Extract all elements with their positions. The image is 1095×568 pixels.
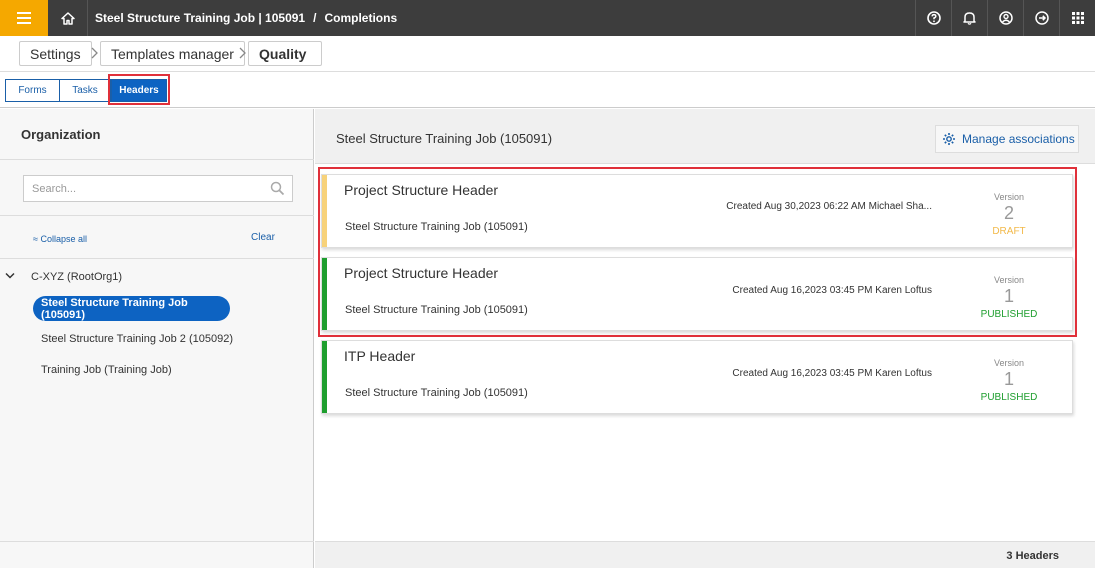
menu-icon	[17, 12, 31, 24]
tab-forms[interactable]: Forms	[5, 79, 60, 102]
divider	[0, 159, 314, 160]
card-title: ITP Header	[344, 348, 416, 364]
tab-tasks[interactable]: Tasks	[59, 79, 111, 102]
user-icon	[998, 11, 1013, 25]
clear-link[interactable]: Clear	[251, 232, 275, 243]
cards-highlight	[318, 167, 1077, 337]
gear-icon	[943, 133, 955, 145]
bell-icon	[963, 12, 976, 25]
title-separator: /	[313, 11, 317, 25]
panel-footer: 3 Headers	[315, 541, 1095, 568]
help-button[interactable]	[915, 0, 951, 36]
job-title: Steel Structure Training Job | 105091	[95, 11, 306, 25]
templates-manager-button[interactable]: Templates manager	[100, 41, 245, 66]
status-bar	[322, 341, 327, 413]
chevron-right-icon	[239, 47, 246, 59]
divider	[0, 215, 314, 216]
panel-title: Steel Structure Training Job (105091)	[336, 131, 553, 146]
divider	[0, 258, 314, 259]
help-icon	[926, 11, 941, 25]
breadcrumb: Settings Templates manager Quality	[0, 36, 1095, 72]
home-icon	[60, 11, 75, 25]
logout-button[interactable]	[1023, 0, 1059, 36]
quality-dropdown[interactable]: Quality	[248, 41, 322, 66]
search-icon[interactable]	[270, 181, 285, 196]
headers-tab-highlight	[108, 74, 170, 105]
profile-button[interactable]	[987, 0, 1023, 36]
divider	[0, 541, 314, 542]
chevron-right-icon	[91, 47, 98, 59]
organization-title: Organization	[21, 127, 101, 142]
chevron-down-icon[interactable]	[5, 272, 15, 280]
manage-associations-label: Manage associations	[962, 132, 1075, 146]
apps-button[interactable]	[1059, 0, 1095, 36]
tree-root-org[interactable]: C-XYZ (RootOrg1)	[31, 271, 122, 283]
manage-associations-button[interactable]: Manage associations	[935, 125, 1079, 153]
tree-item-steel-structure-training-job-2[interactable]: Steel Structure Training Job 2 (105092)	[41, 333, 233, 345]
collapse-all-link[interactable]: ≈ Collapse all	[33, 234, 87, 244]
collapse-all-label: Collapse all	[40, 234, 87, 244]
top-bar: Steel Structure Training Job | 105091 / …	[0, 0, 1095, 36]
home-button[interactable]	[48, 0, 88, 36]
version-label: Version	[993, 358, 1025, 368]
tree-item-steel-structure-training-job[interactable]: Steel Structure Training Job (105091)	[33, 296, 230, 321]
status-badge: PUBLISHED	[980, 392, 1038, 403]
card-created-info: Created Aug 16,2023 03:45 PM Karen Loftu…	[732, 368, 932, 379]
card-subtitle: Steel Structure Training Job (105091)	[345, 387, 528, 399]
panel-header: Steel Structure Training Job (105091) Ma…	[315, 109, 1095, 163]
headers-count: 3 Headers	[1006, 550, 1059, 562]
menu-button[interactable]	[0, 0, 48, 36]
header-card[interactable]: ITP Header Created Aug 16,2023 03:45 PM …	[321, 340, 1073, 414]
notifications-button[interactable]	[951, 0, 987, 36]
search-input[interactable]	[24, 176, 254, 201]
organization-panel: Organization ≈ Collapse all Clear C-XYZ …	[0, 109, 314, 568]
tree-item-training-job[interactable]: Training Job (Training Job)	[41, 364, 172, 376]
version-number: 1	[1003, 369, 1014, 389]
search-field	[23, 175, 293, 202]
logout-icon	[1034, 11, 1049, 25]
quality-dropdown-label: Quality	[259, 45, 307, 62]
section-title: Completions	[324, 11, 398, 25]
apps-grid-icon	[1071, 12, 1084, 24]
collapse-glyph: ≈	[33, 234, 38, 244]
settings-button[interactable]: Settings	[19, 41, 92, 66]
